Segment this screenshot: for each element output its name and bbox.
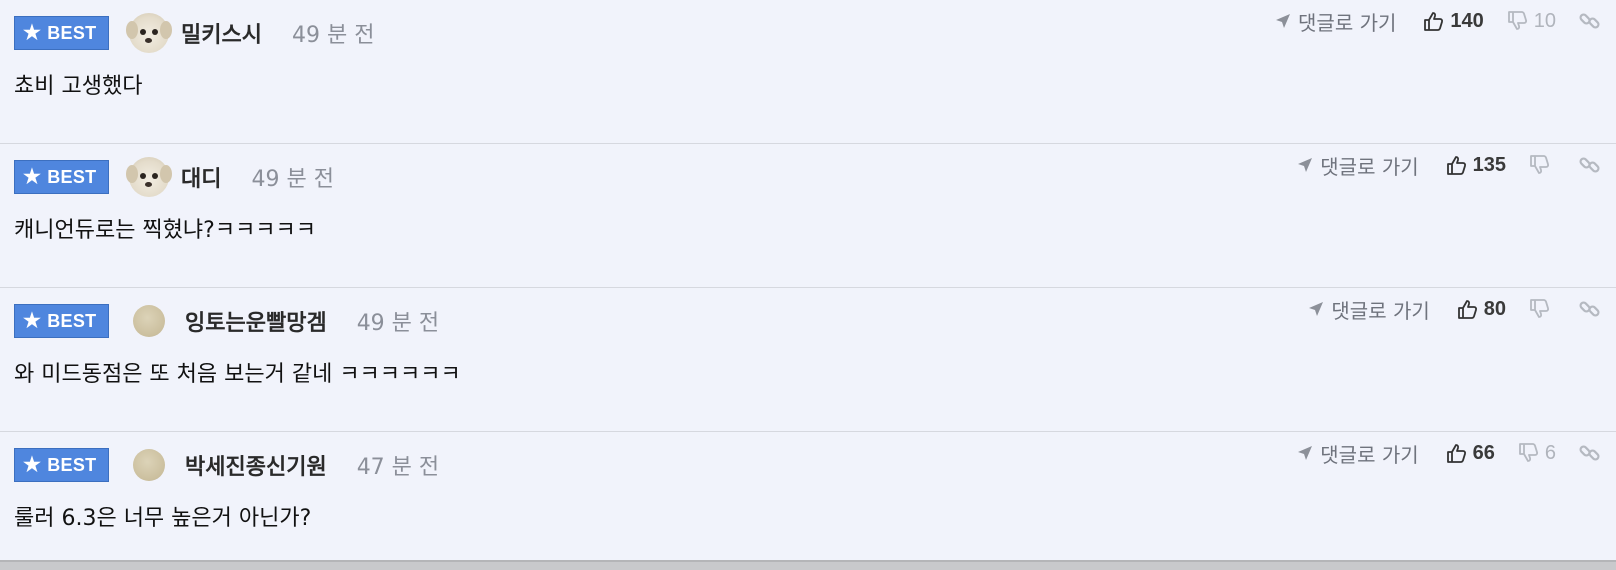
go-to-reply-label: 댓글로 가기	[1331, 298, 1430, 323]
upvote-count: 80	[1483, 297, 1506, 320]
upvote-count: 66	[1472, 441, 1495, 464]
comment-actions: 댓글로 가기 80	[1307, 294, 1602, 324]
link-icon[interactable]	[1578, 9, 1602, 33]
link-icon[interactable]	[1578, 441, 1602, 465]
comment-item: ★ BEST 잉토는운빨망겜 49 분 전 와 미드동점은 또 처음 보는거 같…	[0, 288, 1616, 432]
downvote-button[interactable]	[1528, 298, 1556, 320]
comment-time: 49 분 전	[356, 311, 440, 336]
thumbs-up-icon	[1457, 300, 1477, 319]
upvote-count: 140	[1450, 9, 1484, 32]
avatar[interactable]	[133, 449, 165, 481]
nickname[interactable]: 밀키스시	[181, 17, 262, 49]
downvote-count: 10	[1533, 9, 1556, 32]
comment-actions: 댓글로 가기 140 10	[1274, 6, 1602, 36]
upvote-count: 135	[1472, 153, 1506, 176]
thumbs-up-icon	[1446, 156, 1466, 175]
downvote-button[interactable]	[1528, 154, 1556, 176]
comment-text: 와 미드동점은 또 처음 보는거 같네 ㅋㅋㅋㅋㅋㅋ	[14, 362, 461, 387]
best-badge: ★ BEST	[14, 448, 109, 482]
best-badge: ★ BEST	[14, 16, 109, 50]
nickname[interactable]: 잉토는운빨망겜	[185, 305, 327, 337]
bottom-divider	[0, 560, 1616, 570]
comment-header: ★ BEST 밀키스시 49 분 전	[14, 13, 375, 53]
thumbs-up-icon	[1446, 444, 1466, 463]
go-to-reply-link[interactable]: 댓글로 가기	[1296, 151, 1419, 180]
link-icon[interactable]	[1578, 153, 1602, 177]
go-to-reply-label: 댓글로 가기	[1320, 154, 1419, 179]
upvote-button[interactable]: 66	[1445, 442, 1495, 465]
avatar[interactable]	[126, 157, 172, 197]
comment-item: ★ BEST 대디 49 분 전 캐니언듀로는 찍혔냐?ㅋㅋㅋㅋㅋ 댓글로 가기…	[0, 144, 1616, 288]
navigate-arrow-icon	[1276, 14, 1291, 28]
comment-actions: 댓글로 가기 66 6	[1296, 438, 1602, 468]
best-badge-label: BEST	[47, 310, 97, 331]
best-badge-label: BEST	[47, 166, 97, 187]
navigate-arrow-icon	[1298, 158, 1313, 172]
go-to-reply-label: 댓글로 가기	[1320, 442, 1419, 467]
upvote-button[interactable]: 135	[1445, 154, 1506, 177]
upvote-button[interactable]: 140	[1422, 9, 1484, 33]
comment-text: 룰러 6.3은 너무 높은거 아닌가?	[14, 506, 312, 531]
star-icon: ★	[23, 310, 42, 332]
best-badge: ★ BEST	[14, 304, 109, 338]
upvote-button[interactable]: 80	[1456, 298, 1506, 321]
star-icon: ★	[23, 166, 42, 188]
comment-item: ★ BEST 박세진종신기원 47 분 전 룰러 6.3은 너무 높은거 아닌가…	[0, 432, 1616, 560]
go-to-reply-link[interactable]: 댓글로 가기	[1296, 439, 1419, 468]
downvote-count: 6	[1544, 441, 1556, 464]
best-badge: ★ BEST	[14, 160, 109, 194]
thumbs-down-icon	[1518, 443, 1538, 462]
star-icon: ★	[23, 22, 42, 44]
link-icon[interactable]	[1578, 297, 1602, 321]
comment-text: 쵸비 고생했다	[14, 74, 143, 99]
go-to-reply-link[interactable]: 댓글로 가기	[1274, 7, 1396, 36]
navigate-arrow-icon	[1309, 302, 1324, 316]
thumbs-down-icon	[1507, 11, 1527, 30]
go-to-reply-link[interactable]: 댓글로 가기	[1307, 295, 1430, 324]
go-to-reply-label: 댓글로 가기	[1298, 10, 1397, 35]
comment-actions: 댓글로 가기 135	[1296, 150, 1602, 180]
navigate-arrow-icon	[1298, 446, 1313, 460]
downvote-button[interactable]: 6	[1517, 442, 1556, 465]
comment-time: 47 분 전	[356, 455, 440, 480]
thumbs-down-icon	[1530, 299, 1550, 318]
best-badge-label: BEST	[47, 454, 97, 475]
comment-header: ★ BEST 대디 49 분 전	[14, 157, 334, 197]
comment-header: ★ BEST 박세진종신기원 47 분 전	[14, 446, 439, 484]
downvote-button[interactable]: 10	[1506, 10, 1556, 33]
comment-item: ★ BEST 밀키스시 49 분 전 쵸비 고생했다 댓글로 가기 140 10	[0, 0, 1616, 144]
comment-header: ★ BEST 잉토는운빨망겜 49 분 전	[14, 302, 439, 340]
avatar[interactable]	[133, 305, 165, 337]
comment-text: 캐니언듀로는 찍혔냐?ㅋㅋㅋㅋㅋ	[14, 218, 317, 243]
star-icon: ★	[23, 454, 42, 476]
thumbs-down-icon	[1530, 155, 1550, 174]
comment-time: 49 분 전	[291, 23, 375, 48]
best-badge-label: BEST	[47, 22, 97, 43]
thumbs-up-icon	[1424, 12, 1444, 31]
comment-time: 49 분 전	[251, 167, 334, 192]
nickname[interactable]: 대디	[181, 161, 221, 193]
avatar[interactable]	[126, 13, 172, 53]
nickname[interactable]: 박세진종신기원	[185, 449, 327, 481]
